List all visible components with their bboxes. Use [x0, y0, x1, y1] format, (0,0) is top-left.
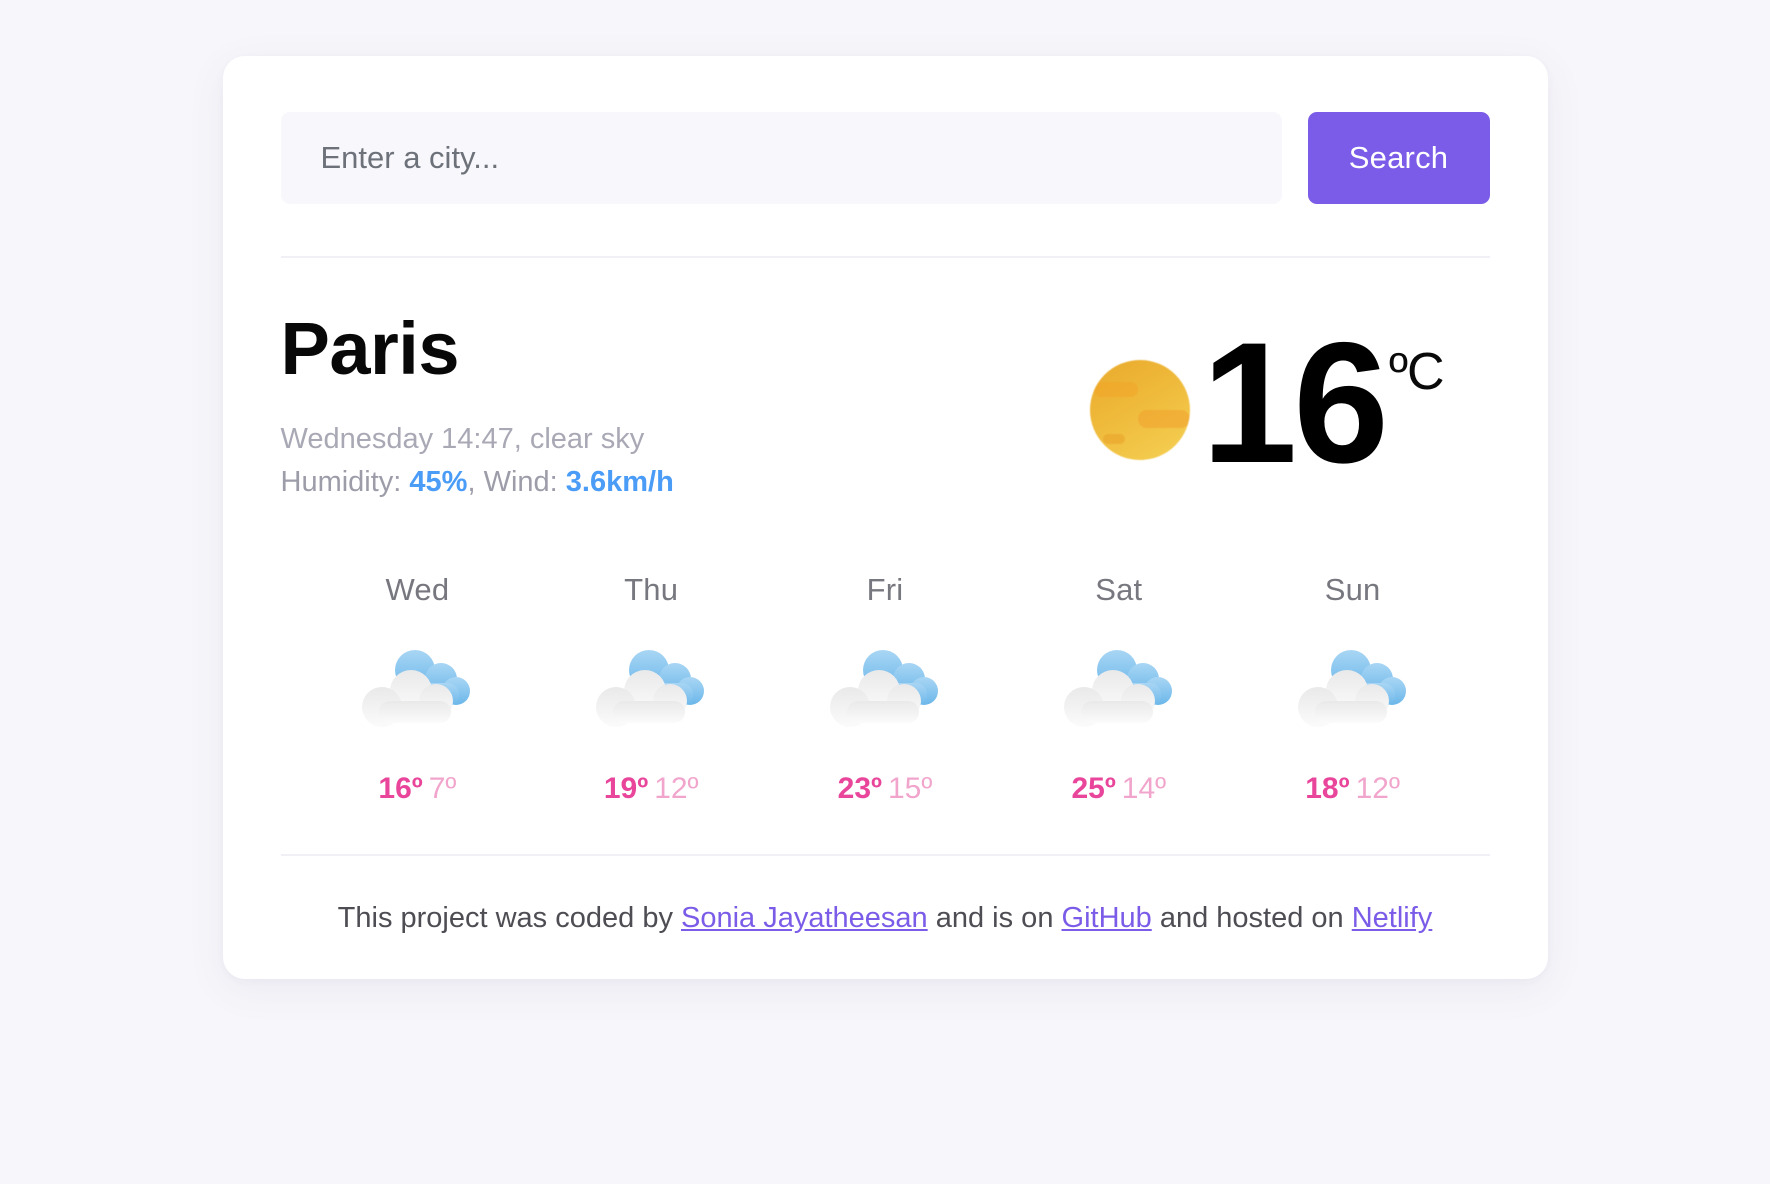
search-input[interactable]: [280, 112, 1282, 204]
city-name: Paris: [280, 307, 460, 390]
footer-text-2: and is on: [927, 901, 1062, 934]
wind-value: 3.6km/h: [565, 466, 674, 499]
current-weather-section: Paris Wednesday 14:47, clear sky Humidit…: [281, 258, 1490, 504]
humidity-label: Humidity:: [280, 466, 410, 499]
partly-cloudy-icon: [1002, 626, 1236, 758]
forecast-max-temp: 25º: [1071, 771, 1116, 805]
forecast-day-label: Wed: [385, 571, 450, 607]
temperature-readout: 16 ºC: [1201, 307, 1445, 499]
temperature-unit[interactable]: ºC: [1389, 342, 1445, 402]
forecast-min-temp: 12º: [1355, 771, 1400, 805]
forecast-day-label: Sun: [1324, 571, 1381, 607]
forecast-min-temp: 12º: [654, 771, 699, 805]
current-conditions: Wednesday 14:47, clear sky Humidity: 45%…: [281, 418, 674, 503]
footer-credits: This project was coded by Sonia Jayathee…: [281, 856, 1490, 935]
forecast-day-fri: Fri 23º 15º: [768, 572, 1002, 806]
forecast-temps: 23º 15º: [768, 772, 1002, 806]
current-temperature-block: 16 ºC: [1089, 306, 1490, 499]
sun-icon: [1089, 360, 1190, 460]
forecast-day-wed: Wed 16º 7º: [301, 572, 535, 806]
temperature-value: 16: [1201, 307, 1389, 499]
forecast-day-label: Fri: [866, 571, 904, 607]
forecast-temps: 16º 7º: [301, 772, 535, 806]
search-bar: Search: [280, 112, 1490, 204]
forecast-min-temp: 14º: [1121, 771, 1167, 805]
author-link[interactable]: Sonia Jayatheesan: [681, 902, 928, 934]
partly-cloudy-icon: [301, 626, 535, 758]
forecast-day-sun: Sun 18º 12º: [1236, 572, 1470, 806]
forecast-day-thu: Thu 19º 12º: [534, 572, 768, 806]
weather-card: Search Paris Wednesday 14:47, clear sky …: [222, 56, 1548, 979]
datetime-description: Wednesday 14:47, clear sky: [280, 423, 645, 456]
partly-cloudy-icon: [534, 626, 768, 758]
metrics-line: Humidity: 45%, Wind: 3.6km/h: [281, 461, 674, 504]
sun-speck: [1102, 434, 1125, 444]
current-weather-details: Paris Wednesday 14:47, clear sky Humidit…: [281, 306, 674, 504]
forecast-day-label: Thu: [624, 571, 679, 607]
search-button[interactable]: Search: [1307, 112, 1490, 204]
partly-cloudy-icon: [1236, 626, 1470, 758]
forecast-min-temp: 15º: [887, 771, 933, 805]
forecast-row: Wed 16º 7º Thu 19º 12º Fri 23º 15º Sat 2…: [281, 504, 1490, 806]
forecast-day-sat: Sat 25º 14º: [1002, 572, 1236, 806]
forecast-min-temp: 7º: [428, 771, 457, 805]
forecast-max-temp: 23º: [837, 771, 882, 805]
app-background: Search Paris Wednesday 14:47, clear sky …: [0, 0, 1770, 1184]
partly-cloudy-icon: [768, 626, 1002, 758]
forecast-max-temp: 18º: [1305, 771, 1350, 805]
wind-label: , Wind:: [467, 466, 566, 499]
forecast-max-temp: 16º: [378, 771, 423, 805]
github-link[interactable]: GitHub: [1062, 902, 1152, 934]
footer-text-3: and hosted on: [1151, 901, 1352, 934]
forecast-day-label: Sat: [1095, 571, 1143, 607]
forecast-temps: 25º 14º: [1002, 772, 1236, 806]
humidity-value: 45%: [409, 466, 468, 499]
footer-text-1: This project was coded by: [337, 901, 681, 934]
forecast-temps: 18º 12º: [1236, 772, 1470, 806]
netlify-link[interactable]: Netlify: [1352, 902, 1433, 934]
forecast-temps: 19º 12º: [534, 772, 768, 806]
forecast-max-temp: 19º: [603, 771, 649, 805]
